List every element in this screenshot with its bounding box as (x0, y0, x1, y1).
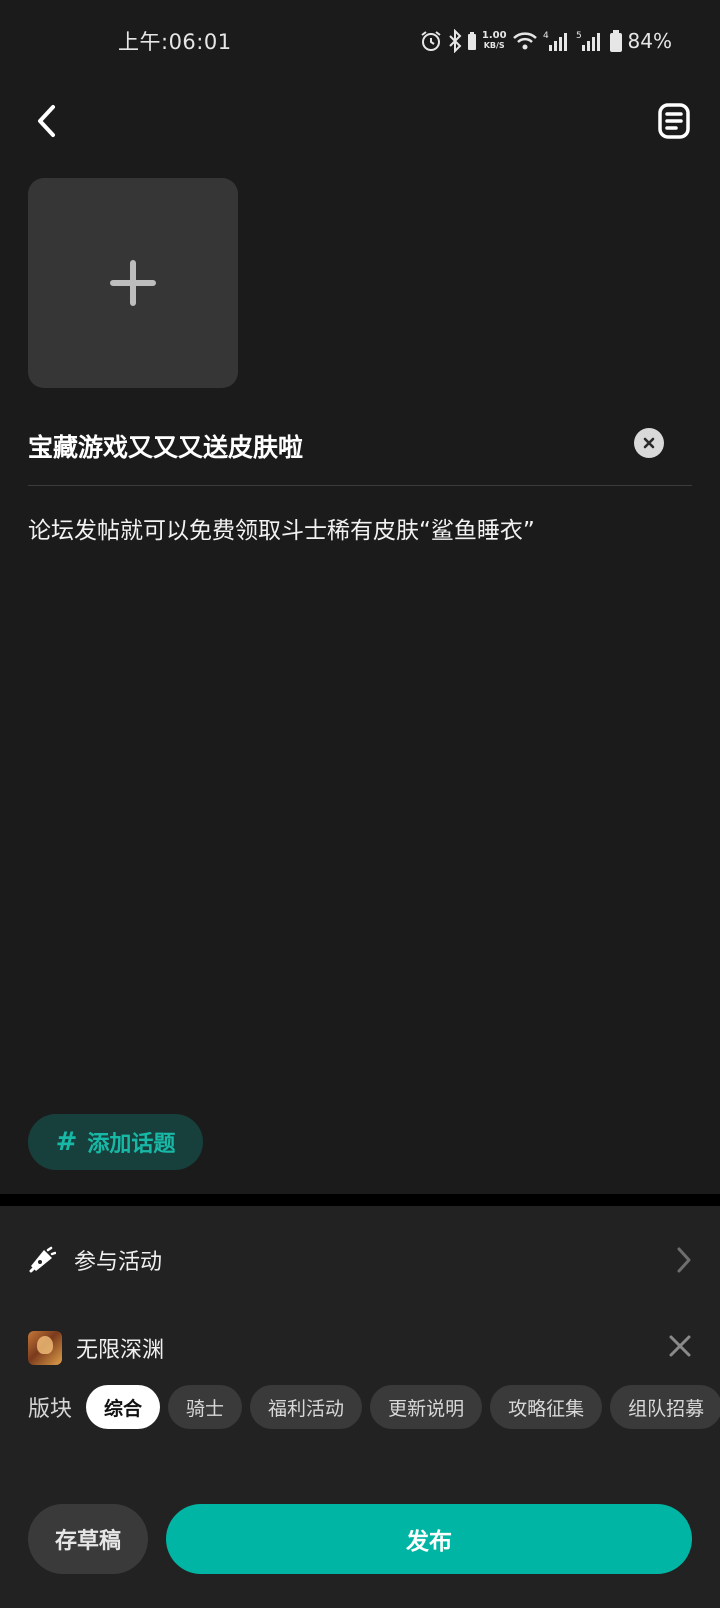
bluetooth-icon (449, 29, 462, 53)
board-chip-fuli[interactable]: 福利活动 (250, 1385, 363, 1429)
section-divider (0, 1194, 720, 1206)
content-input[interactable]: 论坛发帖就可以免费领取斗士稀有皮肤“鲨鱼睡衣” (28, 514, 692, 548)
board-chip-zudui[interactable]: 组队招募 (610, 1385, 720, 1429)
chevron-right-icon (677, 1247, 691, 1273)
board-chip-gonglue[interactable]: 攻略征集 (490, 1385, 603, 1429)
net-speed-unit: KB/S (483, 41, 505, 50)
game-name: 无限深渊 (76, 1338, 165, 1363)
wifi-icon (512, 32, 537, 50)
board-chip-zonghe[interactable]: 综合 (86, 1385, 161, 1429)
signal-sim2-icon: 5 (576, 31, 600, 51)
sim1-label: 4 (543, 31, 549, 41)
back-button[interactable] (26, 98, 66, 144)
save-draft-button[interactable]: 存草稿 (28, 1504, 148, 1574)
status-bar: 上午:06:01 1.00 KB/S 4 5 84% (0, 0, 720, 84)
hash-icon: # (55, 1127, 78, 1157)
board-chip-gengxin[interactable]: 更新说明 (370, 1385, 483, 1429)
selected-game-row[interactable]: 无限深渊 (28, 1328, 692, 1368)
battery-percent: 84% (627, 29, 672, 53)
title-input[interactable]: 宝藏游戏又又又送皮肤啦 (28, 428, 303, 464)
game-avatar (28, 1331, 62, 1365)
add-topic-label: 添加话题 (87, 1132, 176, 1157)
bottom-panel: 参与活动 无限深渊 版块 综合 骑士 福利活动 更新说明 攻略征集 组队招募 存… (0, 1206, 720, 1608)
status-time: 上午:06:01 (118, 30, 232, 54)
net-speed-value: 1.00 (481, 30, 507, 41)
chevron-left-icon (38, 105, 55, 137)
document-icon (658, 103, 690, 139)
megaphone-icon (29, 1246, 56, 1273)
clear-title-button[interactable] (634, 428, 664, 458)
join-activity-row[interactable]: 参与活动 (28, 1240, 692, 1280)
board-selector: 版块 综合 骑士 福利活动 更新说明 攻略征集 组队招募 (28, 1384, 720, 1430)
publish-button[interactable]: 发布 (166, 1504, 692, 1574)
drafts-button[interactable] (654, 100, 694, 142)
status-icons: 1.00 KB/S 4 5 84% (419, 26, 672, 56)
close-icon (643, 437, 655, 449)
add-topic-button[interactable]: # 添加话题 (28, 1114, 203, 1170)
board-chip-qishi[interactable]: 骑士 (168, 1385, 243, 1429)
add-image-button[interactable] (28, 178, 238, 388)
remove-game-icon[interactable] (668, 1334, 692, 1358)
battery-small-icon (467, 32, 476, 50)
top-bar (0, 90, 720, 152)
board-label: 版块 (28, 1397, 73, 1422)
plus-icon (110, 260, 156, 306)
title-field[interactable]: 宝藏游戏又又又送皮肤啦 (28, 420, 692, 486)
signal-sim1-icon: 4 (543, 31, 567, 51)
sim2-label: 5 (576, 31, 582, 41)
alarm-icon (421, 31, 441, 51)
net-speed: 1.00 KB/S (482, 31, 507, 51)
join-activity-label: 参与活动 (74, 1250, 163, 1275)
battery-icon (609, 30, 622, 52)
